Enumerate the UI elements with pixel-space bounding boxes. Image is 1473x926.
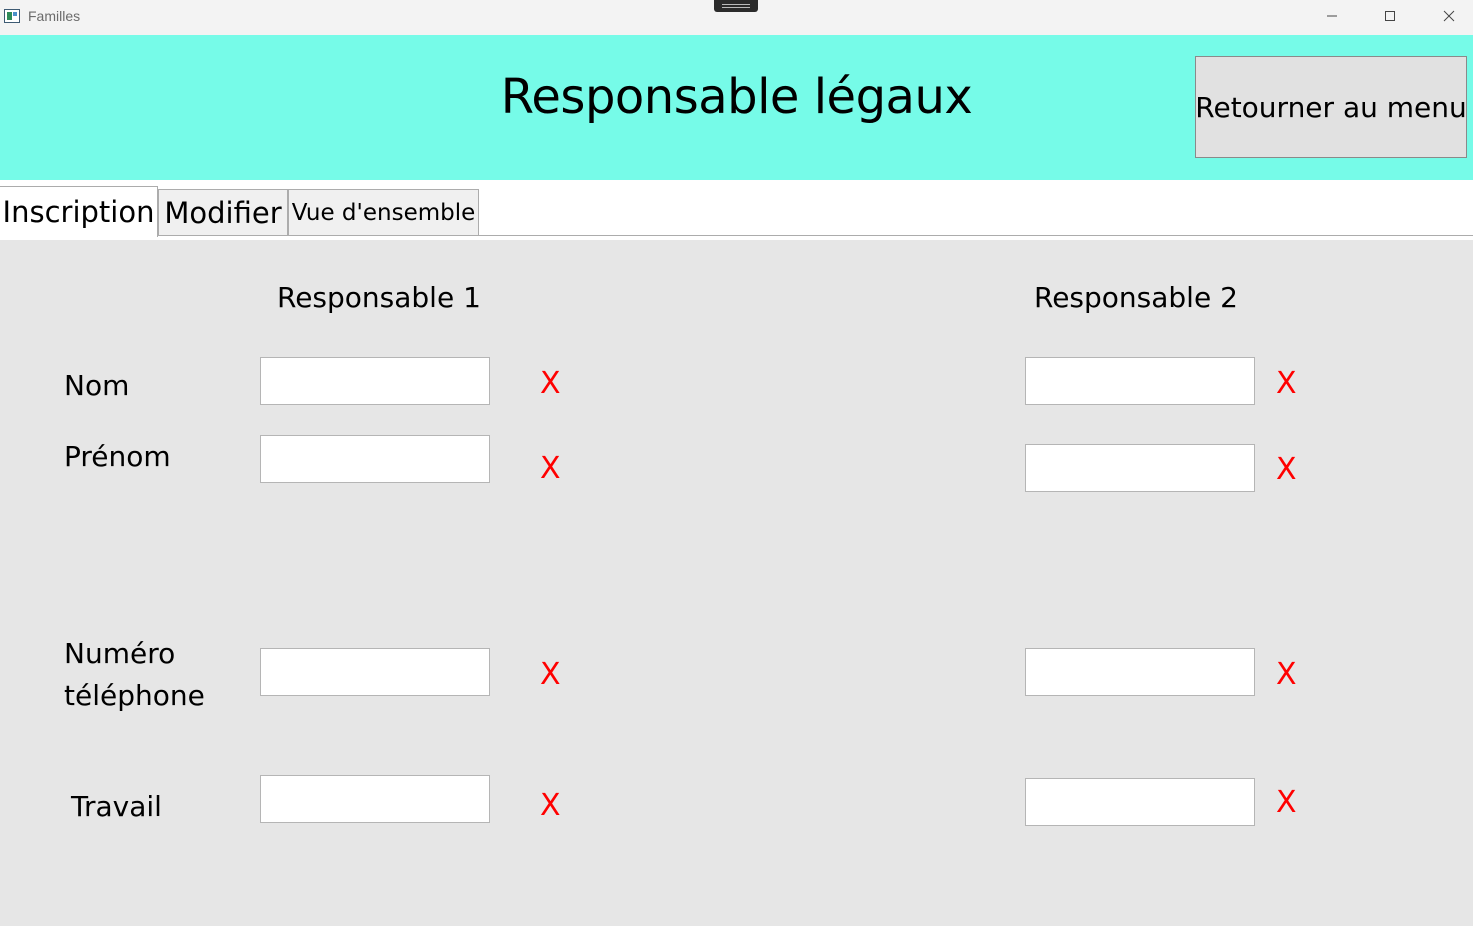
travail-error-marker-responsable-1: X [540,788,561,823]
tab-vue-ensemble[interactable]: Vue d'ensemble [288,189,479,236]
travail-input-responsable-2[interactable] [1025,778,1255,826]
column-title-responsable-1: Responsable 1 [277,281,481,314]
back-to-menu-button[interactable]: Retourner au menu [1195,56,1467,158]
telephone-input-responsable-2[interactable] [1025,648,1255,696]
snap-layout-handle[interactable] [714,0,758,12]
inscription-panel: Responsable 1 Responsable 2 Nom X X Prén… [0,240,1473,926]
close-icon [1443,10,1455,22]
nom-error-marker-responsable-1: X [540,366,561,401]
prenom-input-responsable-2[interactable] [1025,444,1255,492]
label-telephone: téléphone [64,679,205,712]
telephone-input-responsable-1[interactable] [260,648,490,696]
minimize-icon [1327,15,1337,17]
maximize-button[interactable] [1361,0,1419,32]
label-nom: Nom [64,369,130,402]
nom-error-marker-responsable-2: X [1276,366,1297,401]
travail-input-responsable-1[interactable] [260,775,490,823]
nom-input-responsable-2[interactable] [1025,357,1255,405]
telephone-error-marker-responsable-2: X [1276,657,1297,692]
tab-modifier[interactable]: Modifier [158,189,288,236]
telephone-error-marker-responsable-1: X [540,657,561,692]
travail-error-marker-responsable-2: X [1276,785,1297,820]
tab-inscription[interactable]: Inscription [0,186,158,237]
column-title-responsable-2: Responsable 2 [1034,281,1238,314]
app-icon [4,9,20,23]
maximize-icon [1385,11,1395,21]
close-button[interactable] [1420,0,1473,32]
tab-divider [0,235,1473,236]
prenom-input-responsable-1[interactable] [260,435,490,483]
label-prenom: Prénom [64,440,171,473]
prenom-error-marker-responsable-2: X [1276,452,1297,487]
window-titlebar: Familles [0,0,1473,35]
nom-input-responsable-1[interactable] [260,357,490,405]
window-title: Familles [28,8,81,24]
label-travail: Travail [71,790,162,823]
page-header: Responsable légaux Retourner au menu [0,35,1473,180]
prenom-error-marker-responsable-1: X [540,451,561,486]
label-numero: Numéro [64,637,176,670]
minimize-button[interactable] [1303,0,1361,32]
